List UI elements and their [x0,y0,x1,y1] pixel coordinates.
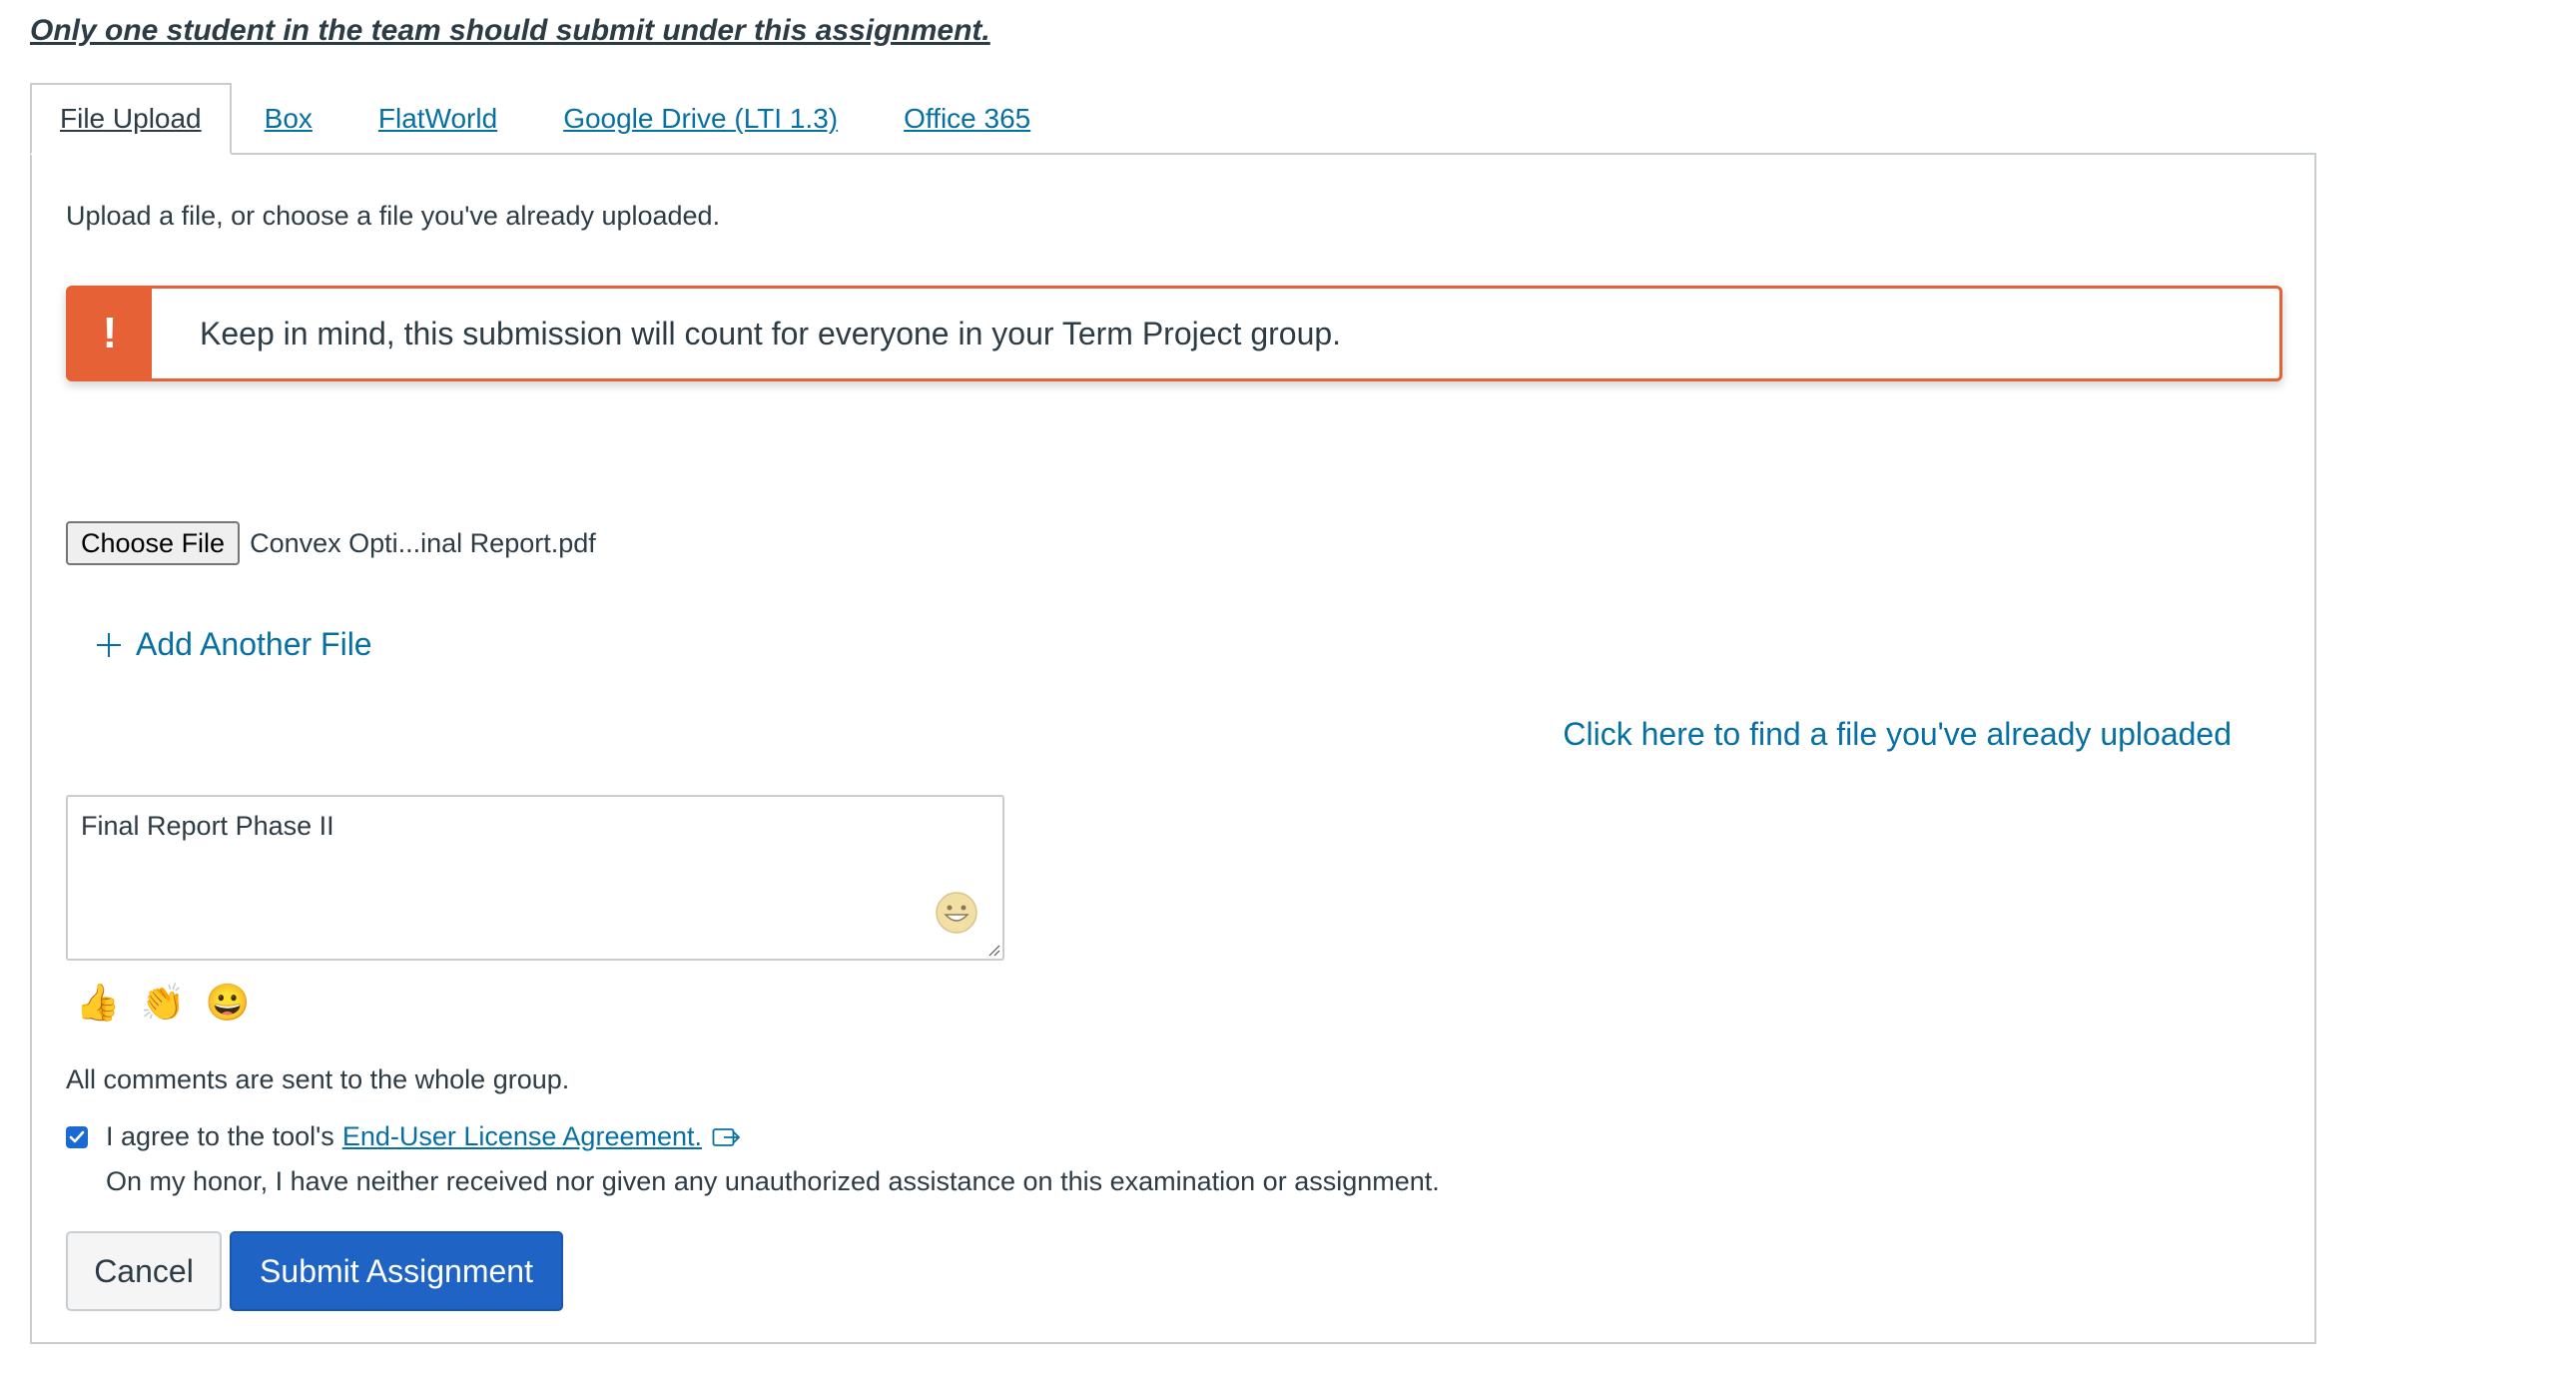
resize-handle-icon[interactable] [986,943,1000,957]
group-submission-notice: Only one student in the team should subm… [30,14,990,47]
cancel-button[interactable]: Cancel [66,1231,222,1311]
clapping-hands-icon[interactable]: 👏 [141,982,186,1023]
tab-box[interactable]: Box [232,83,345,155]
eula-agreement: I agree to the tool's End-User License A… [66,1121,742,1152]
choose-file-button[interactable]: Choose File [66,521,241,565]
selected-file-name: Convex Opti...inal Report.pdf [250,527,596,558]
eula-prefix: I agree to the tool's [106,1121,334,1151]
upload-instructions: Upload a file, or choose a file you've a… [66,201,721,231]
plus-icon [97,632,121,657]
warning-icon: ! [68,288,152,379]
add-another-file-label: Add Another File [136,626,372,662]
grinning-face-icon[interactable]: 😀 [206,982,251,1023]
comment-text: Final Report Phase II [81,811,334,841]
tab-google-drive[interactable]: Google Drive (LTI 1.3) [530,83,871,155]
group-alert-text: Keep in mind, this submission will count… [200,315,1342,351]
emoji-picker-icon[interactable] [935,891,978,935]
find-uploaded-file-link[interactable]: Click here to find a file you've already… [1563,716,2232,753]
add-another-file-button[interactable]: Add Another File [96,626,372,663]
group-comment-note: All comments are sent to the whole group… [66,1064,570,1094]
submission-tabs: File Upload Box FlatWorld Google Drive (… [30,83,1063,155]
tab-flatworld[interactable]: FlatWorld [345,83,530,155]
submit-assignment-button[interactable]: Submit Assignment [230,1231,563,1311]
quick-emoji-bar: 👍 👏 😀 [76,982,251,1023]
tab-office-365[interactable]: Office 365 [871,83,1063,155]
file-input-row: Choose File Convex Opti...inal Report.pd… [66,521,596,565]
eula-link[interactable]: End-User License Agreement. [342,1121,702,1152]
comment-textarea[interactable]: Final Report Phase II [66,795,1004,961]
eula-checkbox[interactable] [66,1125,88,1148]
group-alert: ! Keep in mind, this submission will cou… [66,286,2282,381]
thumbs-up-icon[interactable]: 👍 [76,982,121,1023]
honor-statement: On my honor, I have neither received nor… [106,1166,1440,1196]
tab-file-upload[interactable]: File Upload [30,83,232,155]
external-link-icon [712,1127,741,1146]
checkmark-icon [69,1130,85,1142]
